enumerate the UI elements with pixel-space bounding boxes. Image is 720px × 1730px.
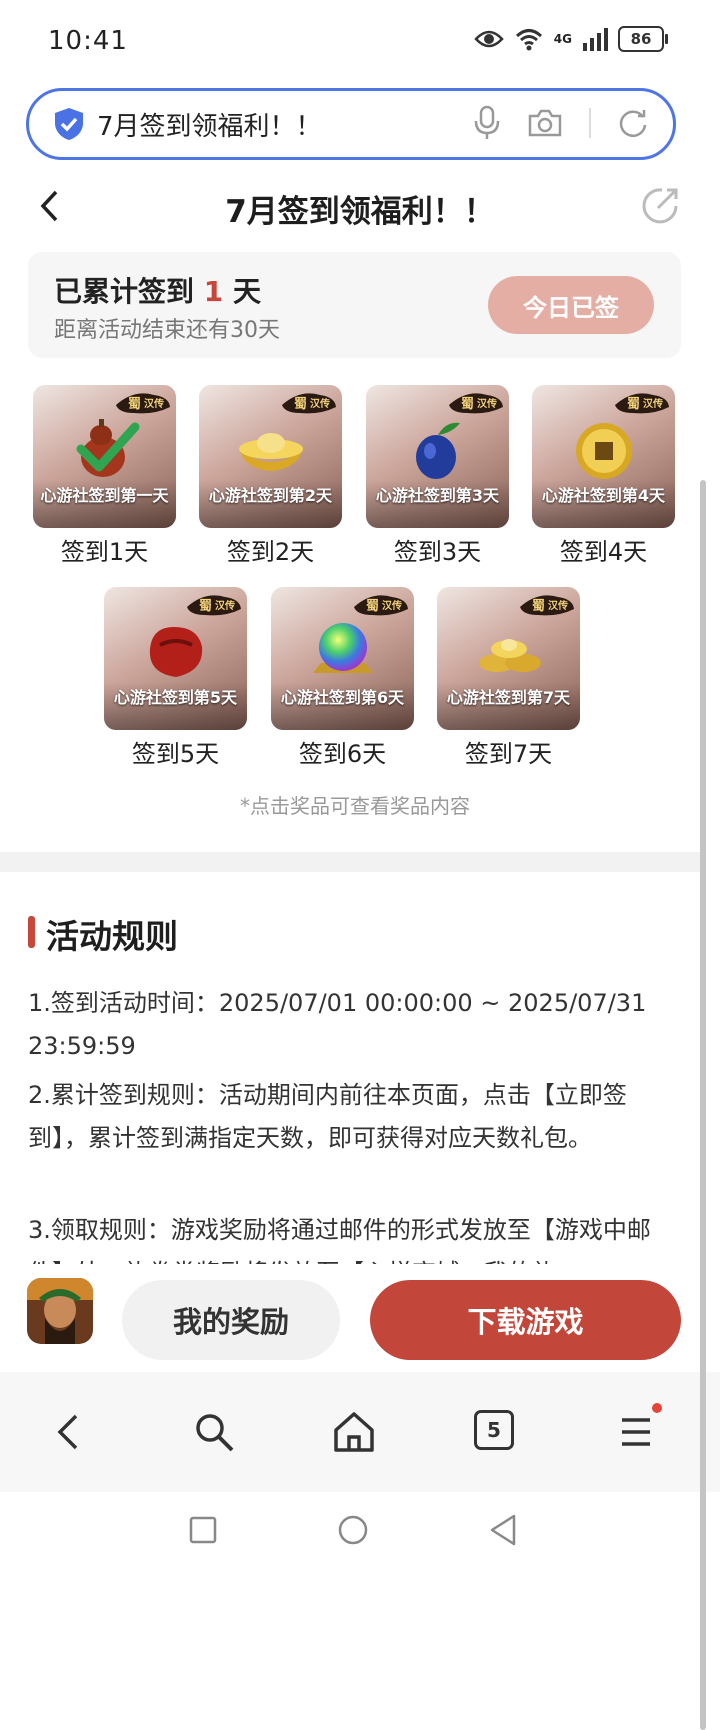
battery-level: 86 <box>630 30 652 48</box>
my-rewards-button[interactable]: 我的奖励 <box>122 1280 340 1360</box>
reward-name: 心游社签到第6天 <box>280 688 405 707</box>
day-label-5: 签到5天 <box>131 740 220 768</box>
rules-title: 活动规则 <box>46 917 178 956</box>
svg-text:汉传: 汉传 <box>548 599 568 612</box>
status-icons: 4G 86 <box>474 26 668 52</box>
reward-hint: *点击奖品可查看奖品内容 <box>240 794 470 818</box>
rainbow-orb-icon <box>313 623 373 673</box>
red-bag-icon <box>149 627 203 677</box>
reward-tile-day-5[interactable]: 蜀 汉传 心游社签到第5天 <box>104 587 247 730</box>
svg-text:蜀: 蜀 <box>128 397 141 412</box>
svg-text:蜀: 蜀 <box>294 397 307 412</box>
home-button-icon[interactable] <box>336 1513 370 1547</box>
signed-today-button[interactable]: 今日已签 <box>488 276 654 334</box>
day-label-2: 签到2天 <box>226 538 315 566</box>
scrollbar[interactable] <box>700 480 706 1730</box>
tab-count: 5 <box>487 1418 501 1442</box>
reward-name: 心游社签到第7天 <box>446 688 571 707</box>
gold-pile-icon <box>479 639 541 672</box>
svg-text:蜀: 蜀 <box>199 599 212 614</box>
reward-name: 心游社签到第2天 <box>208 486 333 505</box>
svg-text:汉传: 汉传 <box>215 599 235 612</box>
refresh-icon[interactable] <box>617 107 649 139</box>
svg-text:汉传: 汉传 <box>477 397 497 410</box>
system-back-icon[interactable] <box>488 1513 518 1547</box>
shield-check-icon <box>55 108 83 140</box>
reward-tile-day-3[interactable]: 蜀 汉传 心游社签到第3天 <box>366 385 509 528</box>
signal-icon <box>583 28 608 51</box>
checkin-total: 已累计签到 1 天 <box>54 270 261 310</box>
reward-tile-day-6[interactable]: 蜀 汉传 心游社签到第6天 <box>271 587 414 730</box>
gold-ingot-icon <box>239 433 303 471</box>
reward-tile-day-7[interactable]: 蜀 汉传 心游社签到第7天 <box>437 587 580 730</box>
svg-text:蜀: 蜀 <box>461 397 474 412</box>
checkin-total-prefix: 已累计签到 <box>54 275 204 308</box>
svg-text:蜀: 蜀 <box>532 599 545 614</box>
share-icon[interactable] <box>640 184 682 226</box>
svg-text:蜀: 蜀 <box>627 397 640 412</box>
camera-icon[interactable] <box>527 108 563 138</box>
browser-back-icon[interactable] <box>48 1410 92 1454</box>
microphone-icon[interactable] <box>473 105 501 141</box>
notification-dot <box>652 1403 662 1413</box>
reward-name: 心游社签到第一天 <box>40 486 169 505</box>
blue-fruit-icon <box>416 422 460 479</box>
page-title: 7月签到领福利！！ <box>225 194 495 230</box>
search-divider <box>589 108 591 138</box>
day-label-6: 签到6天 <box>298 740 387 768</box>
reward-tile-day-4[interactable]: 蜀 汉传 心游社签到第4天 <box>532 385 675 528</box>
eye-icon <box>474 30 504 48</box>
days-remaining: 距离活动结束还有30天 <box>54 318 280 343</box>
home-icon[interactable] <box>332 1410 376 1454</box>
download-game-button[interactable]: 下载游戏 <box>370 1280 681 1360</box>
checkmark-icon <box>76 422 140 472</box>
day-label-3: 签到3天 <box>393 538 482 566</box>
svg-text:汉传: 汉传 <box>382 599 402 612</box>
status-time: 10:41 <box>48 26 128 56</box>
svg-text:汉传: 汉传 <box>643 397 663 410</box>
game-app-icon[interactable] <box>27 1278 93 1344</box>
wifi-icon <box>515 29 542 51</box>
svg-text:汉传: 汉传 <box>310 397 330 410</box>
rules-accent-bar <box>28 916 35 948</box>
section-divider <box>0 852 700 872</box>
reward-name: 心游社签到第4天 <box>541 486 666 505</box>
battery-indicator: 86 <box>618 26 668 52</box>
rule-1: 1.签到活动时间：2025/07/01 00:00:00 ~ 2025/07/3… <box>28 989 647 1060</box>
menu-icon[interactable] <box>614 1410 658 1454</box>
recent-apps-icon[interactable] <box>188 1515 218 1545</box>
svg-text:蜀: 蜀 <box>366 599 379 614</box>
checkin-total-suffix: 天 <box>223 275 261 308</box>
svg-text:汉传: 汉传 <box>144 397 164 410</box>
gold-coin-icon <box>576 423 632 479</box>
reward-name: 心游社签到第3天 <box>375 486 500 505</box>
day-label-1: 签到1天 <box>60 538 149 566</box>
tabs-button[interactable]: 5 <box>474 1410 514 1450</box>
day-label-7: 签到7天 <box>464 740 553 768</box>
day-label-4: 签到4天 <box>559 538 648 566</box>
address-search-bar[interactable]: 7月签到领福利！！ <box>26 88 676 160</box>
search-query: 7月签到领福利！！ <box>97 111 322 142</box>
checkin-count: 1 <box>203 275 224 308</box>
reward-tile-day-2[interactable]: 蜀 汉传 心游社签到第2天 <box>199 385 342 528</box>
rule-2: 2.累计签到规则：活动期间内前往本页面，点击【立即签到】，累计签到满指定天数，即… <box>28 1081 627 1152</box>
search-icon[interactable] <box>192 1410 236 1454</box>
reward-name: 心游社签到第5天 <box>113 688 238 707</box>
network-type: 4G <box>553 32 572 46</box>
reward-tile-day-1[interactable]: 蜀 汉传 心游社签到第一天 <box>33 385 176 528</box>
